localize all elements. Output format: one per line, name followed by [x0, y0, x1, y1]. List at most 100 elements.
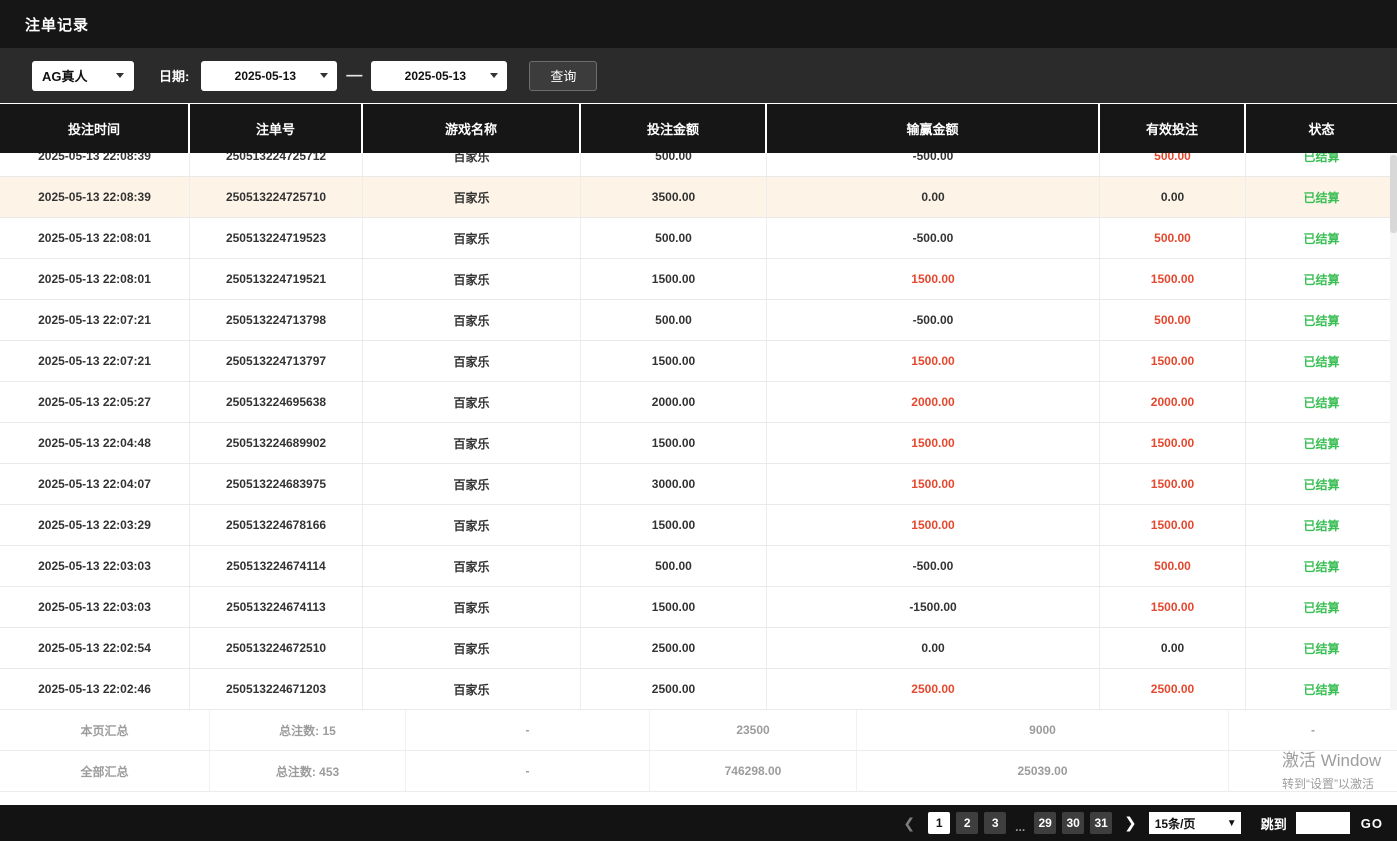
cell-bet-time: 2025-05-13 22:07:21 [0, 341, 190, 381]
cell-bet-amount: 1500.00 [581, 259, 767, 299]
cell-win-loss: -500.00 [767, 300, 1100, 340]
cell-valid-bet: 1500.00 [1100, 259, 1246, 299]
cell-bet-no: 250513224671203 [190, 669, 363, 709]
cell-win-loss: -1500.00 [767, 587, 1100, 627]
cell-game-name: 百家乐 [363, 423, 581, 463]
cell-game-name: 百家乐 [363, 464, 581, 504]
date-to-input[interactable]: 2025-05-13 [371, 61, 507, 91]
jump-to-input[interactable] [1296, 812, 1350, 834]
table-row[interactable]: 2025-05-13 22:03:03250513224674113百家乐150… [0, 587, 1397, 628]
page-size-value: 15条/页 [1155, 815, 1196, 832]
table-row[interactable]: 2025-05-13 22:08:01250513224719523百家乐500… [0, 218, 1397, 259]
table-row[interactable]: 2025-05-13 22:08:39250513224725712百家乐500… [0, 153, 1397, 177]
cell-bet-amount: 500.00 [581, 153, 767, 176]
cell-game-name: 百家乐 [363, 628, 581, 668]
cell-status: 已结算 [1246, 464, 1397, 504]
cell-status: 已结算 [1246, 546, 1397, 586]
cell-valid-bet: 2500.00 [1100, 669, 1246, 709]
cell-bet-amount: 1500.00 [581, 341, 767, 381]
table-row[interactable]: 2025-05-13 22:07:21250513224713797百家乐150… [0, 341, 1397, 382]
cell-bet-time: 2025-05-13 22:08:39 [0, 177, 190, 217]
table-row[interactable]: 2025-05-13 22:04:48250513224689902百家乐150… [0, 423, 1397, 464]
chevron-down-icon [490, 73, 498, 78]
cell-valid-bet: 500.00 [1100, 300, 1246, 340]
column-header-bet-amount: 投注金额 [581, 104, 767, 153]
cell-valid-bet: 0.00 [1100, 177, 1246, 217]
cell-valid-bet: 1500.00 [1100, 464, 1246, 504]
date-from-input[interactable]: 2025-05-13 [201, 61, 337, 91]
cell-bet-no: 250513224672510 [190, 628, 363, 668]
table-body[interactable]: 2025-05-13 22:08:39250513224725712百家乐500… [0, 153, 1397, 710]
chevron-down-icon [116, 73, 124, 78]
table-scrollbar[interactable] [1390, 153, 1397, 710]
cell-status: 已结算 [1246, 153, 1397, 176]
cell-bet-no: 250513224678166 [190, 505, 363, 545]
table-row[interactable]: 2025-05-13 22:03:03250513224674114百家乐500… [0, 546, 1397, 587]
cell-bet-amount: 500.00 [581, 546, 767, 586]
summary-game: - [406, 751, 650, 791]
cell-bet-amount: 2500.00 [581, 628, 767, 668]
cell-win-loss: -500.00 [767, 153, 1100, 176]
cell-status: 已结算 [1246, 669, 1397, 709]
cell-valid-bet: 500.00 [1100, 218, 1246, 258]
cell-game-name: 百家乐 [363, 177, 581, 217]
table-row[interactable]: 2025-05-13 22:07:21250513224713798百家乐500… [0, 300, 1397, 341]
top-bar: 注单记录 [0, 0, 1397, 48]
summary-bet-total: 746298.00 [650, 751, 857, 791]
column-header-bet-no: 注单号 [190, 104, 363, 153]
cell-game-name: 百家乐 [363, 505, 581, 545]
page-button-30[interactable]: 30 [1062, 812, 1084, 834]
cell-bet-no: 250513224719521 [190, 259, 363, 299]
pagination-pages: 123...293031 [925, 812, 1115, 834]
page-size-select[interactable]: 15条/页 ▼ [1149, 812, 1241, 834]
cell-valid-bet: 2000.00 [1100, 382, 1246, 422]
summary-bet-count: 总注数: 453 [210, 751, 406, 791]
cell-valid-bet: 1500.00 [1100, 505, 1246, 545]
cell-bet-time: 2025-05-13 22:05:27 [0, 382, 190, 422]
cell-win-loss: 1500.00 [767, 464, 1100, 504]
column-header-bet-time: 投注时间 [0, 104, 190, 153]
summary-valid-total [1229, 751, 1397, 791]
query-button[interactable]: 查询 [529, 61, 597, 91]
prev-page-button[interactable]: ❮ [903, 815, 915, 832]
go-button[interactable]: GO [1361, 816, 1383, 831]
cell-bet-time: 2025-05-13 22:03:03 [0, 546, 190, 586]
table-row[interactable]: 2025-05-13 22:04:07250513224683975百家乐300… [0, 464, 1397, 505]
page-button-3[interactable]: 3 [984, 812, 1006, 834]
next-page-button[interactable]: ❯ [1124, 814, 1137, 832]
page-title: 注单记录 [25, 14, 89, 35]
page-button-31[interactable]: 31 [1090, 812, 1112, 834]
table-header: 投注时间 注单号 游戏名称 投注金额 输赢金额 有效投注 状态 [0, 103, 1397, 153]
app-window: 注单记录 AG真人 日期: 2025-05-13 — 2025-05-13 查询… [0, 0, 1397, 792]
table-row[interactable]: 2025-05-13 22:08:39250513224725710百家乐350… [0, 177, 1397, 218]
cell-bet-amount: 1500.00 [581, 505, 767, 545]
cell-status: 已结算 [1246, 382, 1397, 422]
chevron-down-icon [320, 73, 328, 78]
cell-bet-no: 250513224713798 [190, 300, 363, 340]
cell-bet-no: 250513224683975 [190, 464, 363, 504]
filter-bar: AG真人 日期: 2025-05-13 — 2025-05-13 查询 [0, 48, 1397, 103]
page-button-2[interactable]: 2 [956, 812, 978, 834]
table-row[interactable]: 2025-05-13 22:03:29250513224678166百家乐150… [0, 505, 1397, 546]
cell-valid-bet: 500.00 [1100, 153, 1246, 176]
cell-status: 已结算 [1246, 259, 1397, 299]
table-row[interactable]: 2025-05-13 22:02:46250513224671203百家乐250… [0, 669, 1397, 710]
cell-valid-bet: 1500.00 [1100, 423, 1246, 463]
table-row[interactable]: 2025-05-13 22:05:27250513224695638百家乐200… [0, 382, 1397, 423]
cell-win-loss: -500.00 [767, 218, 1100, 258]
scrollbar-thumb[interactable] [1390, 155, 1397, 233]
page-button-29[interactable]: 29 [1034, 812, 1056, 834]
cell-valid-bet: 1500.00 [1100, 587, 1246, 627]
column-header-game-name: 游戏名称 [363, 104, 581, 153]
table-row[interactable]: 2025-05-13 22:02:54250513224672510百家乐250… [0, 628, 1397, 669]
cell-win-loss: 0.00 [767, 177, 1100, 217]
table-row[interactable]: 2025-05-13 22:08:01250513224719521百家乐150… [0, 259, 1397, 300]
page-button-1[interactable]: 1 [928, 812, 950, 834]
summary-game: - [406, 710, 650, 750]
cell-bet-no: 250513224719523 [190, 218, 363, 258]
cell-bet-time: 2025-05-13 22:08:01 [0, 218, 190, 258]
cell-win-loss: 1500.00 [767, 259, 1100, 299]
all-summary-row: 全部汇总 总注数: 453 - 746298.00 25039.00 [0, 751, 1397, 792]
summary-label: 本页汇总 [0, 710, 210, 750]
game-type-select[interactable]: AG真人 [32, 61, 134, 91]
